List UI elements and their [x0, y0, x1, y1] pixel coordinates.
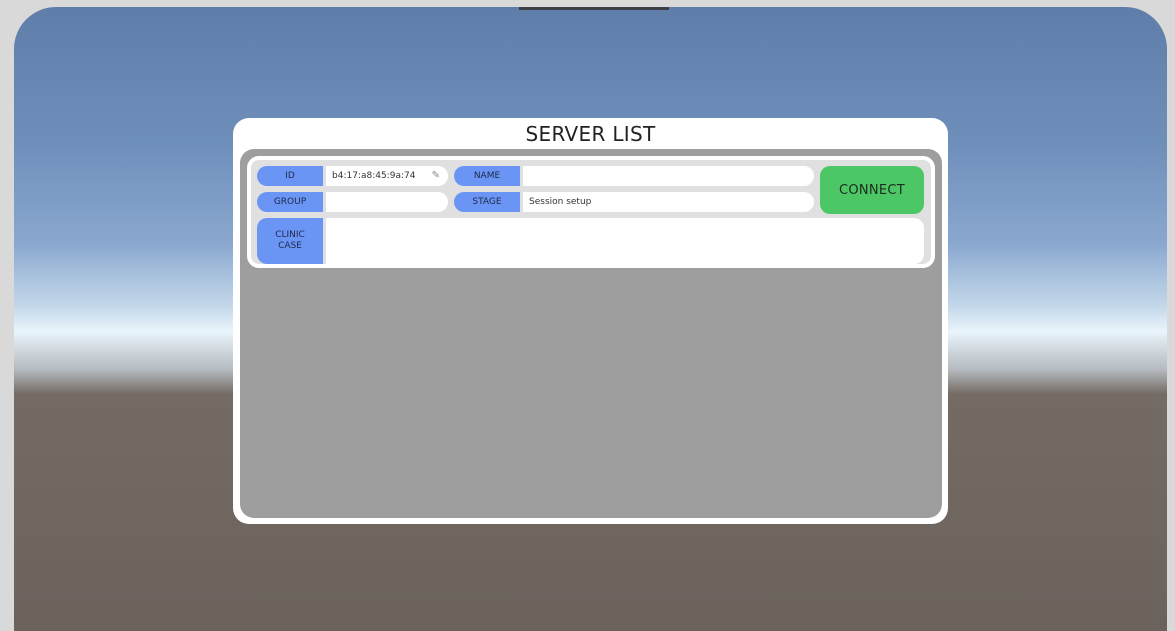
clinic-case-field[interactable]	[326, 218, 924, 264]
stage-field[interactable]: Session setup	[523, 192, 814, 212]
panel-title: SERVER LIST	[525, 122, 656, 146]
stage-label: STAGE	[454, 192, 520, 212]
group-field[interactable]	[326, 192, 448, 212]
group-label: GROUP	[257, 192, 323, 212]
pencil-icon[interactable]: ✎	[432, 170, 440, 181]
top-edge-bar	[519, 7, 669, 10]
id-value: b4:17:a8:45:9a:74	[332, 171, 416, 181]
clinic-case-label: CLINIC CASE	[257, 218, 323, 264]
clinic-case-label-line1: CLINIC	[275, 230, 305, 240]
server-entry: ID b4:17:a8:45:9a:74 ✎ NAME CONNECT GROU…	[247, 156, 935, 268]
name-label: NAME	[454, 166, 520, 186]
id-field[interactable]: b4:17:a8:45:9a:74 ✎	[326, 166, 448, 186]
name-field[interactable]	[523, 166, 814, 186]
server-list[interactable]: ID b4:17:a8:45:9a:74 ✎ NAME CONNECT GROU…	[240, 149, 942, 518]
clinic-case-label-line2: CASE	[278, 241, 302, 251]
server-list-panel: SERVER LIST ID b4:17:a8:45:9a:74 ✎ NAME …	[233, 118, 948, 524]
id-label: ID	[257, 166, 323, 186]
connect-button[interactable]: CONNECT	[820, 166, 924, 214]
